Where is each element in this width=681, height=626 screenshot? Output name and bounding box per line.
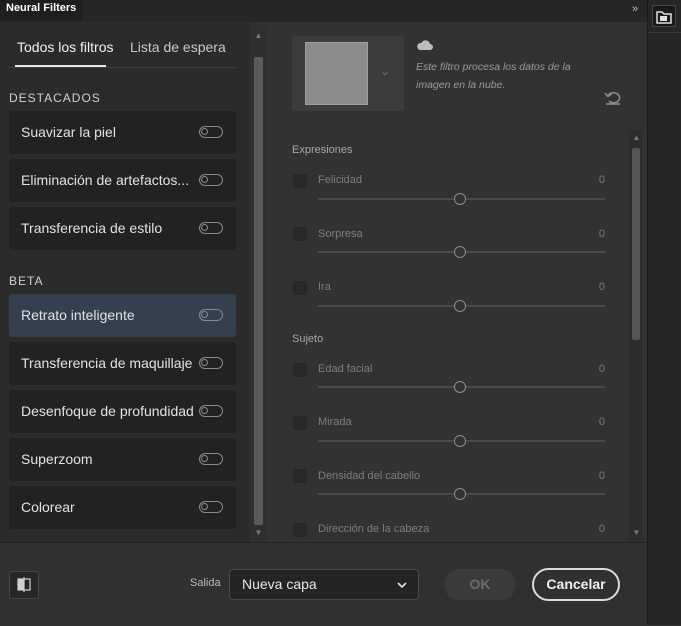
filter-toggle[interactable] <box>199 222 223 234</box>
slider-handle[interactable] <box>454 381 466 393</box>
filter-label: Transferencia de estilo <box>21 220 163 236</box>
filter-toggle[interactable] <box>199 357 223 369</box>
collapse-panel-icon[interactable]: » <box>628 2 642 16</box>
slider-label: Edad facial <box>318 363 373 375</box>
filter-toggle[interactable] <box>199 453 223 465</box>
slider-value: 0 <box>598 470 605 482</box>
settings-scroll-thumb[interactable] <box>632 148 640 340</box>
slider-label: Densidad del cabello <box>318 470 421 482</box>
filter-item-superzoom[interactable]: Superzoom <box>9 438 236 481</box>
tab-all-filters[interactable]: Todos los filtros <box>17 37 113 57</box>
slider-handle[interactable] <box>454 488 466 500</box>
slider-handle[interactable] <box>454 246 466 258</box>
tab-waitlist[interactable]: Lista de espera <box>130 37 226 57</box>
slider-checkbox[interactable] <box>293 281 307 295</box>
active-tab-indicator <box>15 65 106 67</box>
slider-label: Dirección de la cabeza <box>318 523 430 535</box>
group-title-expressions: Expresiones <box>292 144 353 156</box>
filter-item-colorize[interactable]: Colorear <box>9 486 236 529</box>
slider-label: Felicidad <box>318 174 363 186</box>
slider-value: 0 <box>598 281 605 293</box>
filter-item-depth-blur[interactable]: Desenfoque de profundidad <box>9 390 236 433</box>
chevron-down-icon[interactable]: ⌄ <box>378 64 392 78</box>
scroll-down-icon[interactable]: ▼ <box>254 529 263 537</box>
filter-item-skin-smoothing[interactable]: Suavizar la piel <box>9 111 236 154</box>
output-select-value: Nueva capa <box>242 576 317 592</box>
slider-value: 0 <box>598 363 605 375</box>
slider-label: Sorpresa <box>318 228 363 240</box>
compare-view-icon[interactable] <box>9 571 39 599</box>
scroll-up-icon[interactable]: ▲ <box>254 32 263 40</box>
toolbar-divider <box>648 32 681 33</box>
filter-label: Suavizar la piel <box>21 124 116 140</box>
slider-checkbox[interactable] <box>293 363 307 377</box>
filter-label: Retrato inteligente <box>21 307 135 323</box>
preview-thumbnail <box>305 42 368 105</box>
filter-item-makeup-transfer[interactable]: Transferencia de maquillaje <box>9 342 236 385</box>
slider-checkbox[interactable] <box>293 469 307 483</box>
section-title-beta: BETA <box>9 274 44 288</box>
tabs-divider <box>8 67 236 68</box>
slider-checkbox[interactable] <box>293 174 307 188</box>
scroll-down-icon[interactable]: ▼ <box>632 529 641 537</box>
window-title: Neural Filters <box>0 0 83 22</box>
filter-item-jpeg-artifacts[interactable]: Eliminación de artefactos... <box>9 159 236 202</box>
slider-value: 0 <box>598 416 605 428</box>
ok-button[interactable]: OK <box>444 569 516 600</box>
slider-handle[interactable] <box>454 193 466 205</box>
output-label: Salida <box>190 577 221 589</box>
slider-value: 0 <box>598 174 605 186</box>
slider-value: 0 <box>598 523 605 535</box>
filter-toggle[interactable] <box>199 405 223 417</box>
slider-value: 0 <box>598 228 605 240</box>
filter-item-smart-portrait[interactable]: Retrato inteligente <box>9 294 236 337</box>
slider-handle[interactable] <box>454 435 466 447</box>
slider-label: Ira <box>318 281 331 293</box>
chevron-down-icon <box>396 578 408 590</box>
slider-checkbox[interactable] <box>293 416 307 430</box>
filter-toggle[interactable] <box>199 501 223 513</box>
filter-toggle[interactable] <box>199 126 223 138</box>
folder-icon[interactable] <box>652 5 676 27</box>
slider-checkbox[interactable] <box>293 523 307 537</box>
cloud-processing-note: Este filtro procesa los datos de la imag… <box>416 61 571 91</box>
slider-label: Mirada <box>318 416 352 428</box>
filter-label: Eliminación de artefactos... <box>21 172 190 188</box>
filter-list-scroll-thumb[interactable] <box>254 57 263 525</box>
right-toolbar-strip <box>647 0 681 625</box>
filter-toggle[interactable] <box>199 174 223 186</box>
filter-label: Superzoom <box>21 451 93 467</box>
cloud-icon <box>416 38 434 50</box>
title-bar <box>0 0 647 22</box>
output-select[interactable]: Nueva capa <box>229 569 419 600</box>
cancel-button[interactable]: Cancelar <box>532 568 620 601</box>
filter-label: Desenfoque de profundidad <box>21 403 194 419</box>
slider-checkbox[interactable] <box>293 227 307 241</box>
scroll-up-icon[interactable]: ▲ <box>632 134 641 142</box>
filter-toggle[interactable] <box>199 309 223 321</box>
filter-label: Colorear <box>21 499 75 515</box>
group-title-subject: Sujeto <box>292 333 324 345</box>
section-title-featured: DESTACADOS <box>9 91 101 105</box>
filter-label: Transferencia de maquillaje <box>21 355 193 371</box>
filter-item-style-transfer[interactable]: Transferencia de estilo <box>9 207 236 250</box>
reset-icon[interactable] <box>603 90 623 106</box>
slider-handle[interactable] <box>454 300 466 312</box>
